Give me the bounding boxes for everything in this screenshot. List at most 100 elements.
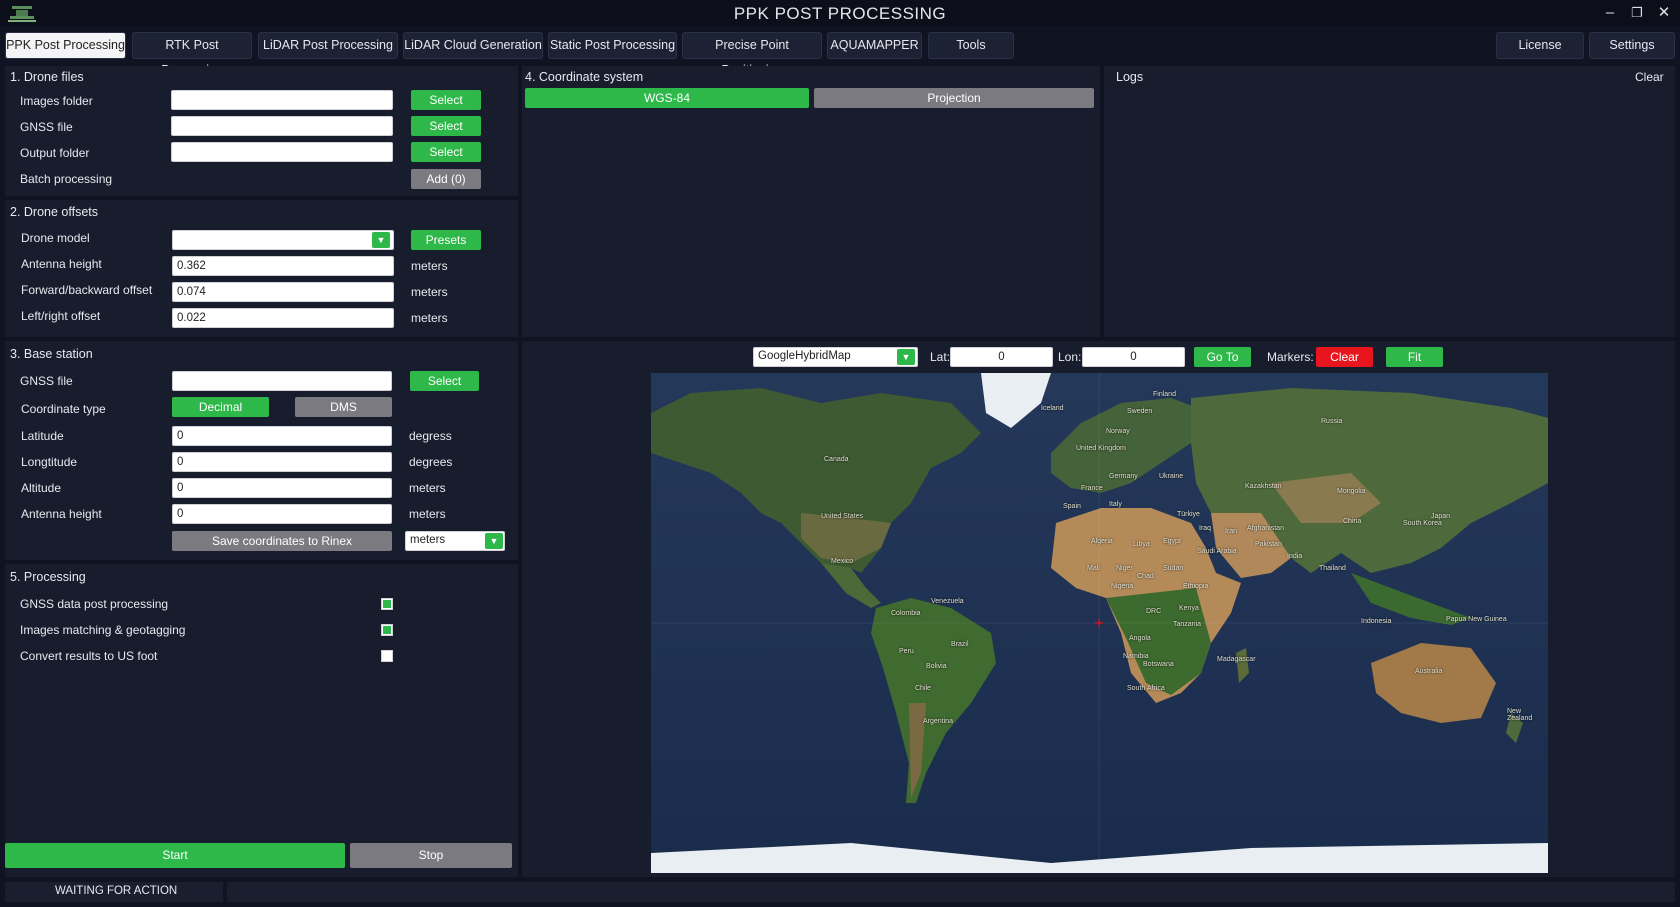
tab-static-post-processing[interactable]: Static Post Processing — [548, 32, 677, 59]
antenna-height-input[interactable] — [172, 256, 394, 276]
license-button[interactable]: License — [1496, 32, 1584, 59]
altitude-input[interactable] — [172, 478, 392, 498]
left-right-offset-input[interactable] — [172, 308, 394, 328]
map-label: Canada — [824, 456, 849, 463]
logs-title: Logs — [1116, 70, 1144, 84]
map-label: Botswana — [1143, 661, 1174, 668]
map-label: Ethiopia — [1183, 583, 1209, 590]
images-matching-checkbox[interactable] — [381, 624, 393, 636]
map-label: Pakistan — [1255, 541, 1282, 548]
longitude-input[interactable] — [172, 452, 392, 472]
tab-lidar-post-processing[interactable]: LiDAR Post Processing — [258, 32, 398, 59]
tab-ppk-post-processing[interactable]: PPK Post Processing — [5, 32, 126, 59]
map-label: Bolivia — [926, 663, 947, 670]
tab-aquamapper[interactable]: AQUAMAPPER — [827, 32, 922, 59]
gnss-file-select-button[interactable]: Select — [411, 116, 481, 136]
map-label: Japan — [1431, 513, 1451, 520]
map-label: Norway — [1106, 428, 1130, 435]
settings-button[interactable]: Settings — [1589, 32, 1675, 59]
map-label: Brazil — [951, 641, 969, 648]
chevron-down-icon[interactable]: ▼ — [897, 349, 915, 365]
tab-lidar-cloud-generation[interactable]: LiDAR Cloud Generation — [403, 32, 543, 59]
gnss-post-processing-label: GNSS data post processing — [20, 597, 169, 611]
map-label: Mali — [1087, 565, 1100, 572]
map-label: Algeria — [1091, 538, 1113, 545]
output-folder-select-button[interactable]: Select — [411, 142, 481, 162]
map-label: Angola — [1129, 635, 1151, 642]
base-antenna-height-unit: meters — [409, 507, 446, 521]
gnss-file-input[interactable] — [171, 116, 393, 136]
map-label: Ukraine — [1159, 473, 1184, 480]
images-folder-select-button[interactable]: Select — [411, 90, 481, 110]
dms-button[interactable]: DMS — [295, 397, 392, 417]
base-gnss-file-label: GNSS file — [20, 374, 73, 388]
map-label: Thailand — [1319, 565, 1346, 572]
decimal-button[interactable]: Decimal — [172, 397, 269, 417]
tab-precise-point-positioning[interactable]: Precise Point Positioning — [682, 32, 822, 77]
chevron-down-icon[interactable]: ▼ — [372, 232, 390, 248]
tab-tools[interactable]: Tools — [928, 32, 1014, 59]
map-label: Russia — [1321, 418, 1343, 425]
markers-clear-button[interactable]: Clear — [1316, 347, 1373, 367]
minimize-icon[interactable]: – — [1600, 3, 1620, 23]
altitude-label: Altitude — [21, 481, 62, 495]
drone-offsets-title: 2. Drone offsets — [10, 205, 99, 219]
map-label: Germany — [1109, 473, 1138, 480]
map-label: Afghanistan — [1247, 525, 1284, 532]
lat-label: Lat: — [930, 350, 951, 364]
batch-add-button[interactable]: Add (0) — [411, 169, 481, 189]
longitude-unit: degrees — [409, 455, 453, 469]
drone-model-label: Drone model — [21, 231, 90, 245]
processing-title: 5. Processing — [10, 570, 86, 584]
forward-backward-offset-input[interactable] — [172, 282, 394, 302]
latitude-unit: degress — [409, 429, 452, 443]
close-icon[interactable]: ✕ — [1654, 3, 1674, 23]
map-label: Iraq — [1199, 525, 1212, 532]
goto-button[interactable]: Go To — [1194, 347, 1251, 367]
projection-button[interactable]: Projection — [814, 88, 1094, 108]
logs-clear-button[interactable]: Clear — [1635, 70, 1664, 84]
coordinate-system-title: 4. Coordinate system — [525, 70, 644, 84]
save-coordinates-button[interactable]: Save coordinates to Rinex — [172, 531, 392, 551]
map-label: Spain — [1063, 503, 1081, 510]
wgs84-button[interactable]: WGS-84 — [525, 88, 809, 108]
restore-icon[interactable]: ❐ — [1627, 3, 1647, 23]
start-button[interactable]: Start — [5, 843, 345, 868]
map-provider-select[interactable]: GoogleHybridMap — [753, 347, 918, 367]
chevron-down-icon[interactable]: ▼ — [485, 533, 503, 549]
lat-input[interactable] — [950, 347, 1053, 367]
map-label: Türkiye — [1177, 511, 1200, 518]
map-label: Namibia — [1123, 653, 1149, 660]
gnss-post-processing-checkbox[interactable] — [381, 598, 393, 610]
map-label: Venezuela — [931, 598, 964, 605]
map-label: United Kingdom — [1076, 445, 1126, 452]
fit-button[interactable]: Fit — [1386, 347, 1443, 367]
map-label: France — [1081, 485, 1103, 492]
map-label: Libya — [1133, 541, 1150, 548]
map-label: Niger — [1116, 565, 1133, 572]
latitude-input[interactable] — [172, 426, 392, 446]
stop-button[interactable]: Stop — [350, 843, 512, 868]
images-folder-input[interactable] — [171, 90, 393, 110]
base-antenna-height-input[interactable] — [172, 504, 392, 524]
tab-rtk-post-processing[interactable]: RTK Post Processing — [132, 32, 252, 77]
convert-us-foot-checkbox[interactable] — [381, 650, 393, 662]
base-gnss-select-button[interactable]: Select — [410, 371, 479, 391]
presets-button[interactable]: Presets — [411, 230, 481, 250]
images-folder-label: Images folder — [20, 94, 93, 108]
base-gnss-file-input[interactable] — [172, 371, 392, 391]
output-folder-input[interactable] — [171, 142, 393, 162]
gnss-file-label: GNSS file — [20, 120, 73, 134]
map-label: Egypt — [1163, 538, 1181, 545]
lon-input[interactable] — [1082, 347, 1185, 367]
status-cell-extra — [227, 882, 1675, 902]
map-label: Australia — [1415, 668, 1443, 675]
map-label: Italy — [1109, 501, 1122, 508]
images-matching-label: Images matching & geotagging — [20, 623, 186, 637]
logs-panel — [1104, 66, 1675, 337]
world-map[interactable]: Canada United States Mexico Venezuela Co… — [651, 373, 1548, 873]
map-label: Kazakhstan — [1245, 483, 1282, 490]
drone-model-select[interactable] — [172, 230, 394, 250]
map-label: Tanzania — [1173, 621, 1202, 628]
left-right-offset-unit: meters — [411, 311, 448, 325]
